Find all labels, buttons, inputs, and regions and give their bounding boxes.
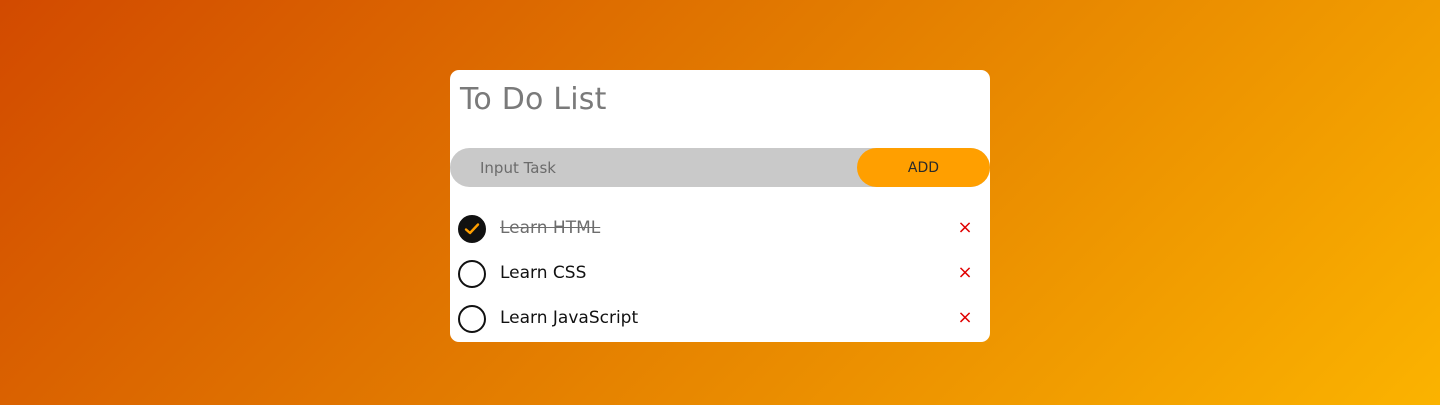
task-list: Learn HTML × Learn CSS × Learn JavaScrip… (450, 206, 990, 341)
task-input[interactable] (450, 148, 880, 187)
task-checkbox-checked[interactable] (458, 215, 486, 243)
task-checkbox-unchecked[interactable] (458, 305, 486, 333)
close-icon[interactable]: × (956, 219, 974, 237)
task-item: Learn JavaScript × (450, 296, 990, 341)
task-checkbox-unchecked[interactable] (458, 260, 486, 288)
page-title: To Do List (460, 82, 607, 117)
todo-card: To Do List ADD Learn HTML × Learn CSS × … (450, 70, 990, 342)
task-label: Learn CSS (500, 263, 587, 283)
checkmark-icon (464, 223, 480, 235)
task-input-row: ADD (450, 148, 990, 187)
task-label: Learn JavaScript (500, 308, 639, 328)
task-label: Learn HTML (500, 218, 601, 238)
close-icon[interactable]: × (956, 264, 974, 282)
task-item: Learn HTML × (450, 206, 990, 251)
close-icon[interactable]: × (956, 309, 974, 327)
task-item: Learn CSS × (450, 251, 990, 296)
add-task-button[interactable]: ADD (857, 148, 990, 187)
